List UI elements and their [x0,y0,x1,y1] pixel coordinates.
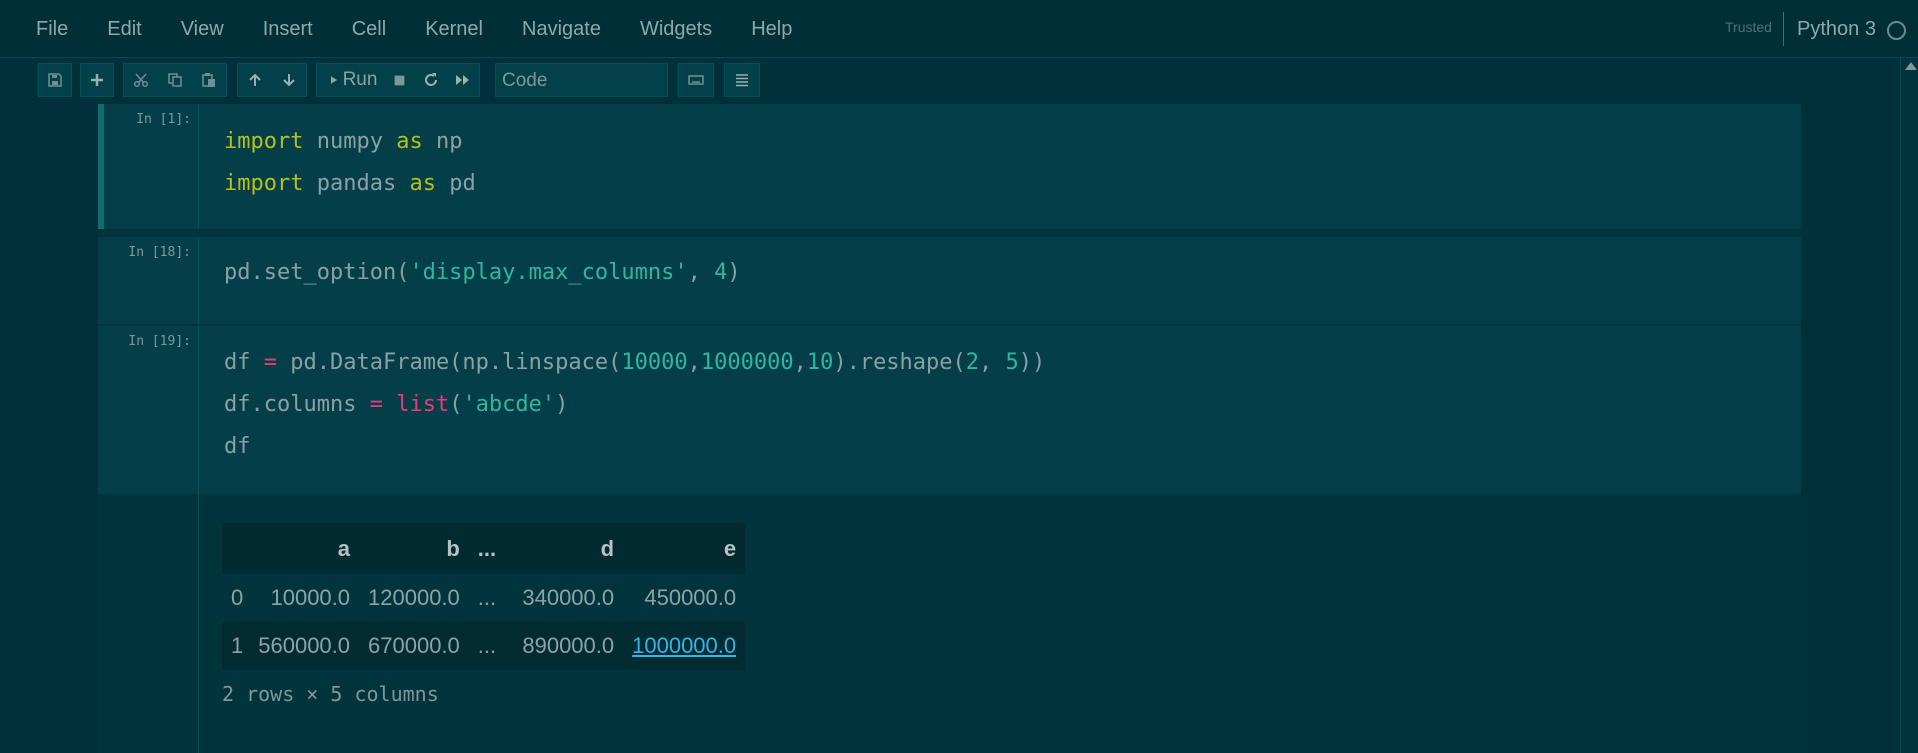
menu-widgets[interactable]: Widgets [640,18,712,41]
scroll-up-icon[interactable] [1905,62,1917,70]
column-header: b [359,523,469,574]
clipboard-group [123,63,227,97]
cell-type-select[interactable]: Code [495,63,668,97]
table-cell: 670000.0 [359,622,469,670]
column-header: a [249,523,360,574]
table-cell[interactable]: 1000000.0 [623,622,746,670]
copy-button[interactable] [158,64,192,96]
cell-input[interactable]: pd.set_option('display.max_columns', 4) [224,252,741,294]
table-cell: 890000.0 [505,622,624,670]
code-line: df = pd.DataFrame(np.linspace(10000,1000… [224,350,1046,375]
column-header: e [623,523,746,574]
code-line: pd.set_option('display.max_columns', 4) [224,260,741,285]
highlighted-cell-link[interactable]: 1000000.0 [632,633,736,658]
trusted-indicator[interactable]: Trusted [1725,19,1772,35]
stop-icon [394,75,404,85]
move-up-icon [249,73,261,86]
restart-button[interactable] [415,64,447,96]
table-row: 1 560000.0 670000.0 ... 890000.0 1000000… [222,622,746,670]
table-header-row: a b ... d e [222,523,746,574]
output-prompt-area [98,494,199,753]
run-button[interactable]: Run [317,64,383,96]
fast-forward-button[interactable] [447,64,479,96]
toc-group [724,63,760,97]
table-cell: 10000.0 [270,585,351,610]
cell-prompt: In [19]: [98,326,199,494]
menu-cell[interactable]: Cell [352,18,386,41]
cut-icon [133,73,149,88]
paste-button[interactable] [192,64,226,96]
menu-insert[interactable]: Insert [263,18,313,41]
column-header [222,523,250,574]
cell-input[interactable]: df = pd.DataFrame(np.linspace(10000,1000… [224,342,1045,468]
table-cell: ... [468,622,506,670]
code-cell-1[interactable]: In [1]: import numpy as np import pandas … [98,104,1801,229]
toolbar: Run Code [0,59,1918,104]
column-header: d [505,523,624,574]
code-line: import pandas as pd [224,171,476,196]
restart-icon [425,73,437,86]
table-cell: 450000.0 [644,585,737,610]
notebook-container: In [1]: import numpy as np import pandas … [98,104,1801,753]
add-cell-icon [91,74,103,86]
toc-button[interactable] [725,64,759,96]
kernel-divider [1783,12,1784,46]
code-line: df.columns = list('abcde') [224,392,569,417]
insert-group [80,63,114,97]
table-cell: 560000.0 [249,622,360,670]
move-down-button[interactable] [272,64,306,96]
kernel-name[interactable]: Python 3 [1797,18,1876,41]
save-icon [48,73,62,87]
main-menu: File Edit View Insert Cell Kernel Naviga… [36,18,831,41]
row-index: 0 [231,585,244,610]
cell-prompt: In [18]: [98,237,199,324]
add-cell-button[interactable] [81,64,113,96]
menu-view[interactable]: View [181,18,224,41]
move-up-button[interactable] [238,64,272,96]
run-icon [330,76,337,84]
save-group [38,63,72,97]
code-cell-3[interactable]: In [19]: df = pd.DataFrame(np.linspace(1… [98,326,1801,494]
dataframe-table: a b ... d e 0 10000.0 120000.0 ... 34000… [222,523,746,670]
menu-edit[interactable]: Edit [107,18,141,41]
dataframe-summary: 2 rows × 5 columns [222,682,439,706]
save-button[interactable] [39,64,71,96]
table-row: 0 10000.0 120000.0 ... 340000.0 450000.0 [222,574,745,622]
keyboard-group [678,63,714,97]
table-cell: 120000.0 [368,585,460,610]
kernel-status-icon [1887,21,1906,40]
command-palette-button[interactable] [679,64,713,96]
row-index: 1 [222,622,250,670]
copy-icon [168,73,182,87]
stop-button[interactable] [383,64,415,96]
move-group [237,63,307,97]
run-label: Run [342,69,378,90]
menubar: File Edit View Insert Cell Kernel Naviga… [0,0,1918,58]
column-header: ... [468,523,506,574]
run-group: Run [316,63,480,97]
scrollbar[interactable] [1900,58,1918,753]
cell-input[interactable]: import numpy as np import pandas as pd [224,121,476,205]
paste-icon [202,73,215,87]
menu-help[interactable]: Help [751,18,792,41]
move-down-icon [283,74,295,87]
menu-file[interactable]: File [36,18,68,41]
table-cell: 340000.0 [522,585,615,610]
code-line: import numpy as np [224,129,463,154]
code-cell-2[interactable]: In [18]: pd.set_option('display.max_colu… [98,237,1801,324]
keyboard-icon [688,75,704,85]
fast-forward-icon [456,75,469,85]
cut-button[interactable] [124,64,158,96]
table-cell: ... [477,585,497,610]
code-line: df [224,434,251,459]
list-icon [736,74,748,87]
cell-prompt: In [1]: [98,104,199,229]
menu-kernel[interactable]: Kernel [425,18,483,41]
menu-navigate[interactable]: Navigate [522,18,601,41]
